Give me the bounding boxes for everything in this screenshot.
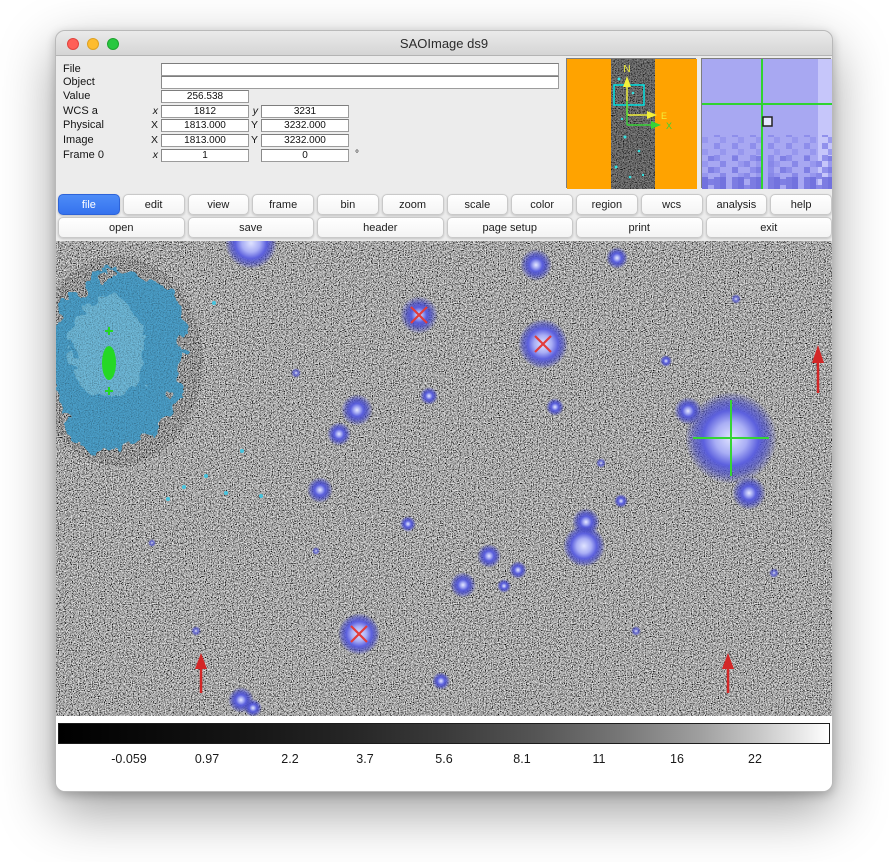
menu-button-zoom[interactable]: zoom xyxy=(382,194,444,215)
image-y-field[interactable]: 3232.000 xyxy=(261,134,349,147)
colorbar-section: -0.059 0.97 2.2 3.7 5.6 8.1 11 16 22 xyxy=(56,716,833,792)
image-x-label: X xyxy=(136,134,158,147)
menu-bar: file edit view frame bin zoom scale colo… xyxy=(58,194,832,215)
title-bar[interactable]: SAOImage ds9 xyxy=(56,31,832,56)
object-field[interactable] xyxy=(161,76,559,89)
wcs-y-label: y xyxy=(236,105,258,118)
info-panel: File Object Value 256.538 WCS a x 1812 y… xyxy=(56,56,564,194)
compass-north-label: N xyxy=(623,64,630,75)
info-row-image: Image X 1813.000 Y 3232.000 xyxy=(56,134,564,147)
colorbar-tick: 8.1 xyxy=(513,752,530,766)
colorbar-gradient[interactable] xyxy=(58,723,830,744)
file-toolbar: open save header page setup print exit xyxy=(58,217,832,238)
menu-button-color[interactable]: color xyxy=(511,194,573,215)
main-image-canvas[interactable] xyxy=(56,241,833,716)
menu-button-bin[interactable]: bin xyxy=(317,194,379,215)
panner[interactable]: N E X xyxy=(566,58,696,188)
wcs-x-label: x xyxy=(136,105,158,118)
image-label: Image xyxy=(63,134,94,147)
menu-button-file[interactable]: file xyxy=(58,194,120,215)
fullscreen-button[interactable] xyxy=(107,38,119,50)
colorbar-tick: -0.059 xyxy=(111,752,146,766)
magnifier-canvas xyxy=(702,59,832,189)
value-field[interactable]: 256.538 xyxy=(161,90,249,103)
panner-canvas: N E X xyxy=(567,59,697,189)
info-row-frame: Frame 0 x 1 0 ° xyxy=(56,149,564,162)
close-button[interactable] xyxy=(67,38,79,50)
file-label: File xyxy=(63,63,81,76)
physical-label: Physical xyxy=(63,119,104,132)
magnifier-cursor-pixel xyxy=(763,117,772,126)
colorbar-tick: 2.2 xyxy=(281,752,298,766)
toolbar-button-exit[interactable]: exit xyxy=(706,217,833,238)
compass-x-label: X xyxy=(666,121,672,131)
minimize-button[interactable] xyxy=(87,38,99,50)
info-row-wcs: WCS a x 1812 y 3231 xyxy=(56,105,564,118)
file-field[interactable] xyxy=(161,63,559,76)
colorbar-tick: 0.97 xyxy=(195,752,219,766)
frame-rotate-field[interactable]: 0 xyxy=(261,149,349,162)
physical-y-label: Y xyxy=(236,119,258,132)
compass-east-label: E xyxy=(661,111,667,121)
colorbar-tick: 16 xyxy=(670,752,684,766)
info-row-object: Object xyxy=(56,76,564,89)
toolbar-button-page-setup[interactable]: page setup xyxy=(447,217,574,238)
value-label: Value xyxy=(63,90,90,103)
window-title: SAOImage ds9 xyxy=(56,31,832,56)
magnifier xyxy=(701,58,831,188)
menu-button-view[interactable]: view xyxy=(188,194,250,215)
menu-button-edit[interactable]: edit xyxy=(123,194,185,215)
toolbar-button-header[interactable]: header xyxy=(317,217,444,238)
desktop: SAOImage ds9 File Object Value 256.538 W… xyxy=(0,0,889,862)
wcs-label: WCS a xyxy=(63,105,98,118)
colorbar-ticks: -0.059 0.97 2.2 3.7 5.6 8.1 11 16 22 xyxy=(56,752,833,770)
colorbar-tick: 3.7 xyxy=(356,752,373,766)
menu-button-analysis[interactable]: analysis xyxy=(706,194,768,215)
info-row-value: Value 256.538 xyxy=(56,90,564,103)
physical-x-label: X xyxy=(136,119,158,132)
colorbar-tick: 22 xyxy=(748,752,762,766)
info-row-physical: Physical X 1813.000 Y 3232.000 xyxy=(56,119,564,132)
menu-button-region[interactable]: region xyxy=(576,194,638,215)
physical-y-field[interactable]: 3232.000 xyxy=(261,119,349,132)
toolbar-button-open[interactable]: open xyxy=(58,217,185,238)
toolbar-button-save[interactable]: save xyxy=(188,217,315,238)
object-label: Object xyxy=(63,76,95,89)
colorbar-tick: 11 xyxy=(593,752,606,766)
traffic-lights xyxy=(67,38,119,50)
sky-image xyxy=(56,241,833,716)
menu-button-frame[interactable]: frame xyxy=(252,194,314,215)
frame-label: Frame 0 xyxy=(63,149,104,162)
image-y-label: Y xyxy=(236,134,258,147)
menu-button-scale[interactable]: scale xyxy=(447,194,509,215)
ds9-window: SAOImage ds9 File Object Value 256.538 W… xyxy=(55,30,833,792)
toolbar-button-print[interactable]: print xyxy=(576,217,703,238)
menu-button-help[interactable]: help xyxy=(770,194,832,215)
menu-button-wcs[interactable]: wcs xyxy=(641,194,703,215)
degree-symbol: ° xyxy=(355,149,359,160)
wcs-y-field[interactable]: 3231 xyxy=(261,105,349,118)
frame-zoom-field[interactable]: 1 xyxy=(161,149,249,162)
info-row-file: File xyxy=(56,63,564,76)
frame-x-label: x xyxy=(136,149,158,162)
colorbar-tick: 5.6 xyxy=(435,752,452,766)
